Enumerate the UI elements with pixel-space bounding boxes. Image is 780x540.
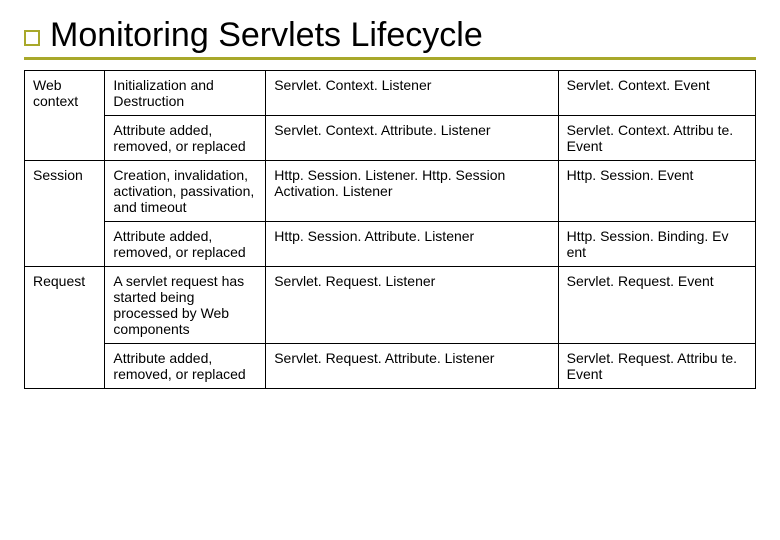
- table-row: Web context Initialization and Destructi…: [25, 71, 756, 116]
- event-cell: Attribute added, removed, or replaced: [105, 116, 266, 161]
- scope-cell: Web context: [25, 71, 105, 161]
- listener-cell: Http. Session. Listener. Http. Session A…: [266, 161, 558, 222]
- listener-cell: Servlet. Context. Listener: [266, 71, 558, 116]
- slide-title: Monitoring Servlets Lifecycle: [50, 16, 483, 55]
- event-cell: A servlet request has started being proc…: [105, 267, 266, 344]
- scope-cell: Request: [25, 267, 105, 389]
- table-row: Attribute added, removed, or replaced Se…: [25, 344, 756, 389]
- eventclass-cell: Http. Session. Event: [558, 161, 755, 222]
- listener-cell: Servlet. Request. Listener: [266, 267, 558, 344]
- eventclass-cell: Servlet. Context. Event: [558, 71, 755, 116]
- table-row: Session Creation, invalidation, activati…: [25, 161, 756, 222]
- eventclass-cell: Http. Session. Binding. Ev ent: [558, 222, 755, 267]
- table-row: Attribute added, removed, or replaced Ht…: [25, 222, 756, 267]
- event-cell: Attribute added, removed, or replaced: [105, 222, 266, 267]
- event-cell: Initialization and Destruction: [105, 71, 266, 116]
- title-wrap: Monitoring Servlets Lifecycle: [24, 12, 756, 60]
- event-cell: Creation, invalidation, activation, pass…: [105, 161, 266, 222]
- lifecycle-table: Web context Initialization and Destructi…: [24, 70, 756, 389]
- scope-cell: Session: [25, 161, 105, 267]
- event-cell: Attribute added, removed, or replaced: [105, 344, 266, 389]
- listener-cell: Http. Session. Attribute. Listener: [266, 222, 558, 267]
- listener-cell: Servlet. Context. Attribute. Listener: [266, 116, 558, 161]
- slide: Monitoring Servlets Lifecycle Web contex…: [0, 0, 780, 540]
- listener-cell: Servlet. Request. Attribute. Listener: [266, 344, 558, 389]
- eventclass-cell: Servlet. Request. Event: [558, 267, 755, 344]
- table-row: Attribute added, removed, or replaced Se…: [25, 116, 756, 161]
- eventclass-cell: Servlet. Context. Attribu te. Event: [558, 116, 755, 161]
- eventclass-cell: Servlet. Request. Attribu te. Event: [558, 344, 755, 389]
- square-bullet-icon: [24, 30, 40, 46]
- title-row: Monitoring Servlets Lifecycle: [24, 12, 756, 55]
- table-row: Request A servlet request has started be…: [25, 267, 756, 344]
